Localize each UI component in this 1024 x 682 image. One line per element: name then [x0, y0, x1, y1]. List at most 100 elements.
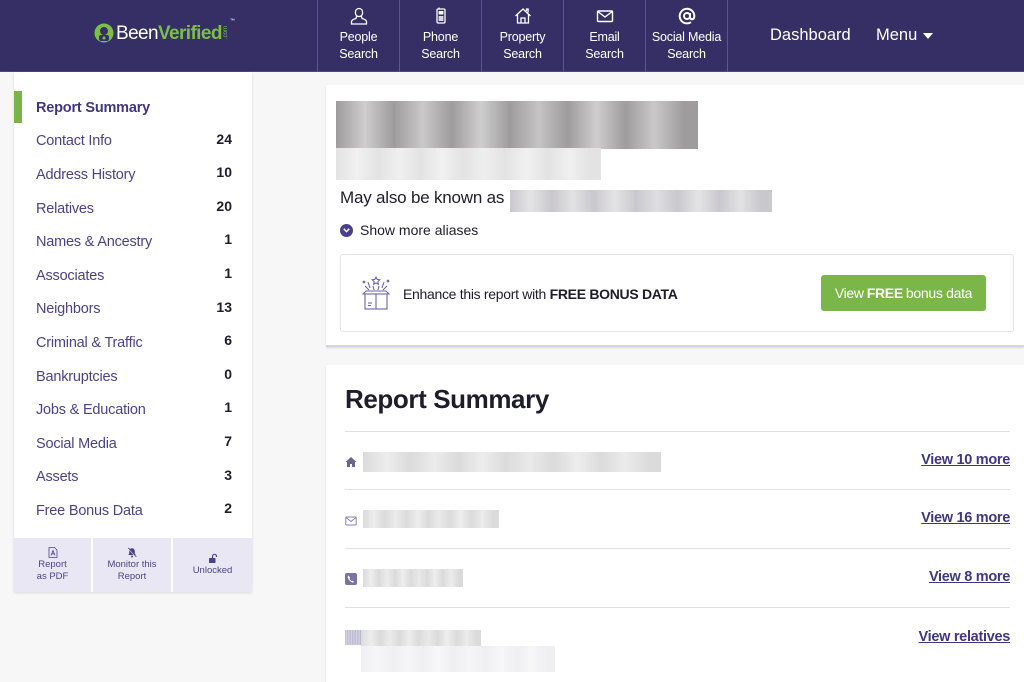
nav-people-search[interactable]: People Search	[318, 0, 400, 72]
view-free-bonus-data-button[interactable]: View FREE bonus data	[821, 275, 986, 311]
unlock-icon	[208, 553, 217, 563]
sidebar-item-count: 10	[216, 164, 232, 181]
sidebar-item-count: 0	[224, 365, 232, 382]
nav-label: Search	[667, 47, 706, 61]
house-icon	[345, 457, 357, 467]
action-label: Unlocked	[192, 565, 233, 576]
logo-text-been: Been	[116, 22, 159, 44]
summary-row-relatives: View relatives	[345, 607, 1010, 682]
unlocked-status: Unlocked	[173, 538, 252, 592]
nav-label: Search	[421, 47, 460, 61]
sidebar-item-label: Criminal & Traffic	[36, 334, 143, 351]
sidebar-item-free-bonus-data[interactable]: Free Bonus Data 2	[14, 494, 252, 528]
sidebar-item-neighbors[interactable]: Neighbors 13	[14, 293, 252, 327]
sidebar-item-label: Bankruptcies	[36, 368, 118, 385]
show-more-aliases-toggle[interactable]: Show more aliases	[340, 222, 478, 238]
sidebar-item-names-and-ancestry[interactable]: Names & Ancestry 1	[14, 225, 252, 259]
sidebar-item-count: 1	[224, 231, 232, 248]
sidebar-item-assets[interactable]: Assets 3	[14, 461, 252, 495]
sidebar-nav: Report Summary Contact Info 24 Address Hist…	[14, 91, 252, 528]
sidebar-item-count: 24	[216, 130, 232, 147]
redacted-relative-details	[361, 646, 555, 672]
report-summary-title: Report Summary	[345, 384, 549, 414]
chevron-down-circle-icon	[340, 223, 353, 237]
nav-email-search[interactable]: Email Search	[564, 0, 646, 72]
report-summary-card: Report Summary View 10 more View 16 more…	[326, 365, 1024, 682]
person-icon	[350, 7, 367, 25]
sidebar-item-label: Address History	[36, 166, 136, 183]
envelope-icon	[345, 516, 357, 526]
report-sidebar: Report Summary Contact Info 24 Address Hist…	[14, 72, 252, 592]
sidebar-item-count: 7	[224, 432, 232, 449]
action-label: as PDF	[36, 571, 69, 582]
action-label: Report	[38, 559, 67, 570]
sidebar-item-label: Jobs & Education	[36, 402, 146, 419]
dashboard-link[interactable]: Dashboard	[770, 26, 851, 45]
redacted-email	[363, 510, 499, 528]
sidebar-item-criminal-and-traffic[interactable]: Criminal & Traffic 6	[14, 326, 252, 360]
beenverified-logo[interactable]: BeenVerified .com ™	[94, 18, 235, 48]
house-icon	[514, 8, 531, 24]
nav-property-search[interactable]: Property Search	[482, 0, 564, 72]
bonus-data-text: Enhance this report with FREE BONUS DATA	[403, 286, 678, 302]
redacted-alias	[510, 190, 772, 212]
sidebar-item-jobs-and-education[interactable]: Jobs & Education 1	[14, 393, 252, 427]
logo-tm: ™	[229, 18, 235, 24]
sidebar-item-contact-info[interactable]: Contact Info 24	[14, 125, 252, 159]
at-icon	[678, 7, 695, 25]
logo-person-icon	[94, 23, 114, 43]
redacted-age-location	[336, 148, 601, 180]
bonus-data-banner: Enhance this report with FREE BONUS DATA…	[340, 254, 1014, 332]
sidebar-item-label: Contact Info	[36, 133, 112, 150]
view-more-addresses-link[interactable]: View 10 more	[921, 452, 1010, 468]
menu-label: Menu	[876, 26, 918, 44]
redacted-address	[363, 452, 661, 472]
nav-label: People	[339, 30, 378, 44]
nav-label: Property	[499, 30, 546, 44]
nav-phone-search[interactable]: Phone Search	[400, 0, 482, 72]
sidebar-item-social-media[interactable]: Social Media 7	[14, 427, 252, 461]
sidebar-item-label: Neighbors	[36, 301, 101, 318]
view-more-emails-link[interactable]: View 16 more	[921, 510, 1010, 526]
nav-social-media-search[interactable]: Social Media Search	[646, 0, 728, 72]
profile-card: May also be known as Show more aliases E…	[326, 85, 1024, 347]
sidebar-item-count: 20	[216, 197, 232, 214]
sidebar-item-label: Free Bonus Data	[36, 502, 143, 519]
monitor-report-button[interactable]: Monitor this Report	[93, 538, 171, 592]
nav-label: Phone	[422, 30, 459, 44]
sidebar-item-count: 2	[224, 500, 232, 517]
action-label: Report	[117, 571, 147, 582]
phone-icon	[345, 573, 357, 585]
sidebar-actions: Report as PDF Monitor this Report Unlock…	[14, 538, 252, 592]
gift-box-icon	[361, 275, 391, 310]
relatives-icon	[345, 630, 361, 645]
sidebar-item-label: Names & Ancestry	[36, 234, 153, 251]
nav-label: Email	[589, 30, 620, 44]
sidebar-item-label: Relatives	[36, 200, 94, 217]
show-more-aliases-label: Show more aliases	[360, 222, 479, 238]
sidebar-item-label: Report Summary	[36, 99, 151, 116]
menu-dropdown[interactable]: Menu	[876, 26, 934, 45]
summary-row-email: View 16 more	[345, 489, 1010, 547]
sidebar-item-relatives[interactable]: Relatives 20	[14, 192, 252, 226]
sidebar-item-count: 6	[224, 332, 232, 349]
sidebar-item-label: Social Media	[36, 435, 117, 452]
view-relatives-link[interactable]: View relatives	[919, 629, 1011, 645]
report-as-pdf-button[interactable]: Report as PDF	[14, 538, 91, 592]
sidebar-item-report-summary[interactable]: Report Summary	[14, 91, 252, 125]
redacted-full-name	[336, 101, 698, 149]
sidebar-item-label: Associates	[36, 267, 105, 284]
nav-label: Social Media	[651, 30, 722, 44]
sidebar-item-address-history[interactable]: Address History 10	[14, 158, 252, 192]
sidebar-item-count: 1	[224, 264, 232, 281]
sidebar-item-associates[interactable]: Associates 1	[14, 259, 252, 293]
view-more-phones-link[interactable]: View 8 more	[929, 569, 1010, 585]
search-tabs: People Search Phone Search Property Sear…	[317, 0, 728, 72]
nav-label: Search	[585, 47, 624, 61]
sidebar-item-count: 13	[216, 298, 232, 315]
top-navbar: BeenVerified .com ™ People Search Phone …	[0, 0, 1024, 72]
action-label: Monitor this	[107, 559, 157, 570]
phone-icon	[435, 7, 446, 24]
sidebar-item-bankruptcies[interactable]: Bankruptcies 0	[14, 360, 252, 394]
redacted-phone	[363, 569, 463, 587]
